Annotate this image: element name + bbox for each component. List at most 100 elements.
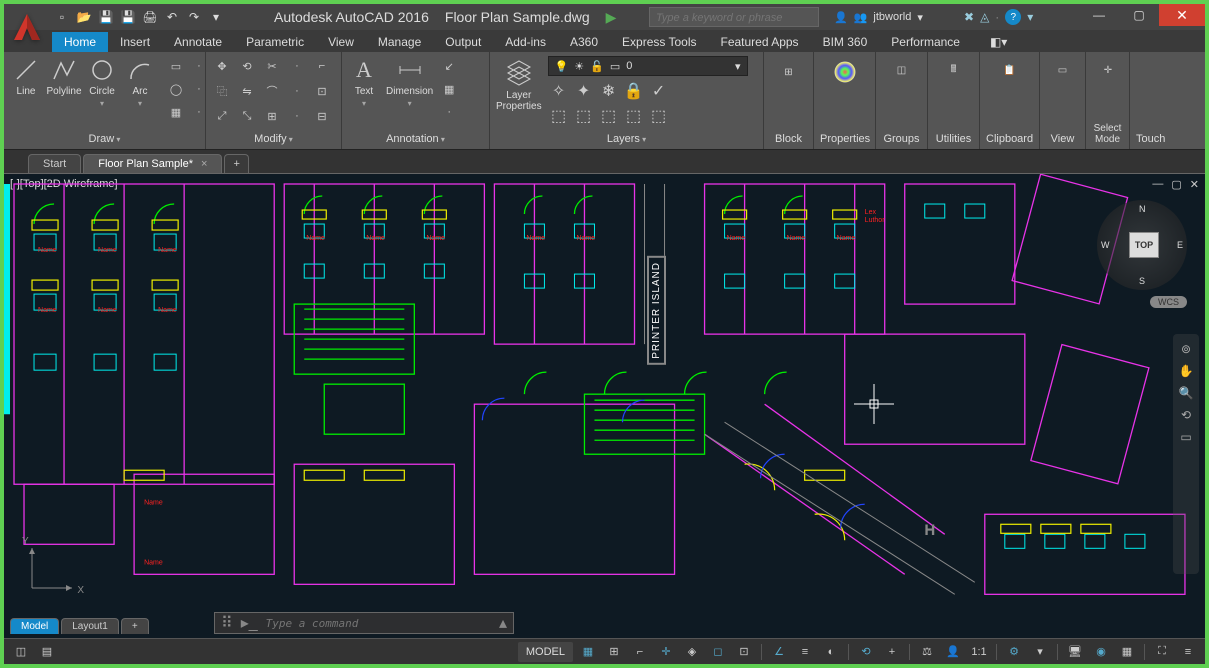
layout-quickview2-icon[interactable]: ▤ <box>36 642 58 662</box>
panel-modify-title[interactable]: Modify <box>212 131 335 147</box>
layer-properties-button[interactable]: Layer Properties <box>496 56 542 112</box>
vp-max-icon[interactable]: ▢ <box>1171 178 1181 191</box>
tab-add[interactable]: + <box>224 154 248 173</box>
close-tab-icon[interactable]: × <box>201 158 207 170</box>
tab-view[interactable]: View <box>316 32 366 52</box>
tab-annotate[interactable]: Annotate <box>162 32 234 52</box>
tab-home[interactable]: Home <box>52 32 108 52</box>
clipboard-button[interactable]: 📋 <box>986 56 1033 84</box>
otrack-icon[interactable]: ∠ <box>768 642 790 662</box>
panel-block-title[interactable]: Block <box>770 131 807 147</box>
text-button[interactable]: AText▾ <box>348 56 380 108</box>
hatch-icon[interactable]: ▦ <box>166 102 186 122</box>
stretch-icon[interactable]: ⤢ <box>212 106 232 126</box>
polyline-button[interactable]: Polyline <box>48 56 80 97</box>
redo-icon[interactable]: ↷ <box>184 7 204 27</box>
exchange-icon[interactable]: ✖ <box>964 10 974 24</box>
hardware-icon[interactable]: ◉ <box>1090 642 1112 662</box>
layer-off-icon[interactable]: ✧ <box>548 80 570 102</box>
vp-close-icon[interactable]: ✕ <box>1190 178 1199 191</box>
panel-draw-title[interactable]: Draw <box>10 131 199 147</box>
new-icon[interactable]: ▫ <box>52 7 72 27</box>
panel-properties-title[interactable]: Properties <box>820 131 869 147</box>
isolate-icon[interactable]: ▦ <box>1116 642 1138 662</box>
grid-icon[interactable]: ▦ <box>577 642 599 662</box>
showmotion-icon[interactable]: ▭ <box>1180 430 1191 444</box>
array-icon[interactable]: ⊞ <box>262 106 282 126</box>
line-button[interactable]: Line <box>10 56 42 97</box>
annoscale-label[interactable]: 1:1 <box>968 642 990 662</box>
model-space-button[interactable]: MODEL <box>518 642 573 662</box>
viewcube[interactable]: N S E W TOP <box>1097 200 1187 290</box>
mirror-icon[interactable]: ⇋ <box>237 81 257 101</box>
wcs-badge[interactable]: WCS <box>1150 296 1187 308</box>
open-icon[interactable]: 📂 <box>74 7 94 27</box>
block-button[interactable]: ⊞ <box>770 56 807 88</box>
rotate-icon[interactable]: ⟲ <box>237 56 257 76</box>
trim-icon[interactable]: ✂ <box>262 56 282 76</box>
layout-quickview-icon[interactable]: ◫ <box>10 642 32 662</box>
play-icon[interactable]: ▶ <box>606 9 617 26</box>
app-logo[interactable] <box>6 6 48 48</box>
panel-select-title[interactable]: Select Mode <box>1092 121 1123 147</box>
command-line[interactable]: ⠿ ▸_ ▴ <box>214 612 514 634</box>
tab-output[interactable]: Output <box>433 32 493 52</box>
plot-icon[interactable]: 🖨 <box>140 7 160 27</box>
circle-button[interactable]: Circle▾ <box>86 56 118 108</box>
panel-touch-title[interactable]: Touch <box>1136 131 1164 147</box>
tab-bim360[interactable]: BIM 360 <box>811 32 880 52</box>
properties-button[interactable] <box>820 56 869 88</box>
tab-addins[interactable]: Add-ins <box>493 32 558 52</box>
leader-icon[interactable]: ↙ <box>439 56 459 76</box>
layout-model[interactable]: Model <box>10 618 59 634</box>
selectmode-button[interactable]: ✛ <box>1092 56 1124 84</box>
tab-a360[interactable]: A360 <box>558 32 610 52</box>
ucs-icon[interactable]: Y X <box>22 538 82 598</box>
annomonitor-icon[interactable]: + <box>881 642 903 662</box>
ellipse-icon[interactable]: ◯ <box>166 79 186 99</box>
transparency-icon[interactable]: ◐ <box>820 642 842 662</box>
annotation-scale-icon[interactable]: ⚖ <box>916 642 938 662</box>
osnap-icon[interactable]: ◻ <box>707 642 729 662</box>
panel-groups-title[interactable]: Groups <box>882 131 921 147</box>
close-button[interactable]: ✕ <box>1159 4 1205 26</box>
panel-annotation-title[interactable]: Annotation <box>348 131 483 147</box>
ws-dropdown-icon[interactable]: ▾ <box>1029 642 1051 662</box>
snap-icon[interactable]: ⊞ <box>603 642 625 662</box>
panel-view-title[interactable]: View <box>1046 131 1079 147</box>
steering-wheel-icon[interactable]: ⊚ <box>1181 342 1191 356</box>
table-icon[interactable]: ▦ <box>439 79 459 99</box>
cycling-icon[interactable]: ⟲ <box>855 642 877 662</box>
undo-icon[interactable]: ↶ <box>162 7 182 27</box>
cleanscreen-icon[interactable]: ⛶ <box>1151 642 1173 662</box>
view-button[interactable]: ▭ <box>1046 56 1079 84</box>
cmd-history-icon[interactable]: ▴ <box>499 613 507 633</box>
panel-utilities-title[interactable]: Utilities <box>934 131 973 147</box>
customization-icon[interactable]: ≡ <box>1177 642 1199 662</box>
qat-more-icon[interactable]: ▾ <box>206 7 226 27</box>
tab-parametric[interactable]: Parametric <box>234 32 316 52</box>
tab-start[interactable]: Start <box>28 154 81 173</box>
utilities-button[interactable]: 🖩 <box>934 56 973 84</box>
lineweight-icon[interactable]: ≡ <box>794 642 816 662</box>
viewcube-top[interactable]: TOP <box>1129 232 1159 258</box>
layer-selector[interactable]: 💡 ☀ 🔓 ▭ 0 ▾ <box>548 56 748 76</box>
arc-button[interactable]: Arc▾ <box>124 56 156 108</box>
tab-featured[interactable]: Featured Apps <box>709 32 811 52</box>
3dosnap-icon[interactable]: ⊡ <box>733 642 755 662</box>
tab-express[interactable]: Express Tools <box>610 32 708 52</box>
move-icon[interactable]: ✥ <box>212 56 232 76</box>
signin-area[interactable]: 👤 👥 jtbworld ▾ <box>834 11 923 24</box>
tab-performance[interactable]: Performance <box>879 32 972 52</box>
help-icon[interactable]: ? <box>1005 9 1021 25</box>
tab-manage[interactable]: Manage <box>366 32 433 52</box>
scale-icon[interactable]: ⤡ <box>237 106 257 126</box>
ribbon-collapse-icon[interactable]: ◧▾ <box>978 32 1019 52</box>
command-input[interactable] <box>266 617 491 630</box>
dropdown-icon[interactable]: ▾ <box>917 11 923 24</box>
navigation-bar[interactable]: ⊚ ✋ 🔍 ⟲ ▭ <box>1173 334 1199 574</box>
help-search[interactable] <box>649 7 819 27</box>
a360-icon[interactable]: ◬ <box>980 10 989 24</box>
layout-layout1[interactable]: Layout1 <box>61 618 119 634</box>
monitor-icon[interactable]: 🖥 <box>1064 642 1086 662</box>
